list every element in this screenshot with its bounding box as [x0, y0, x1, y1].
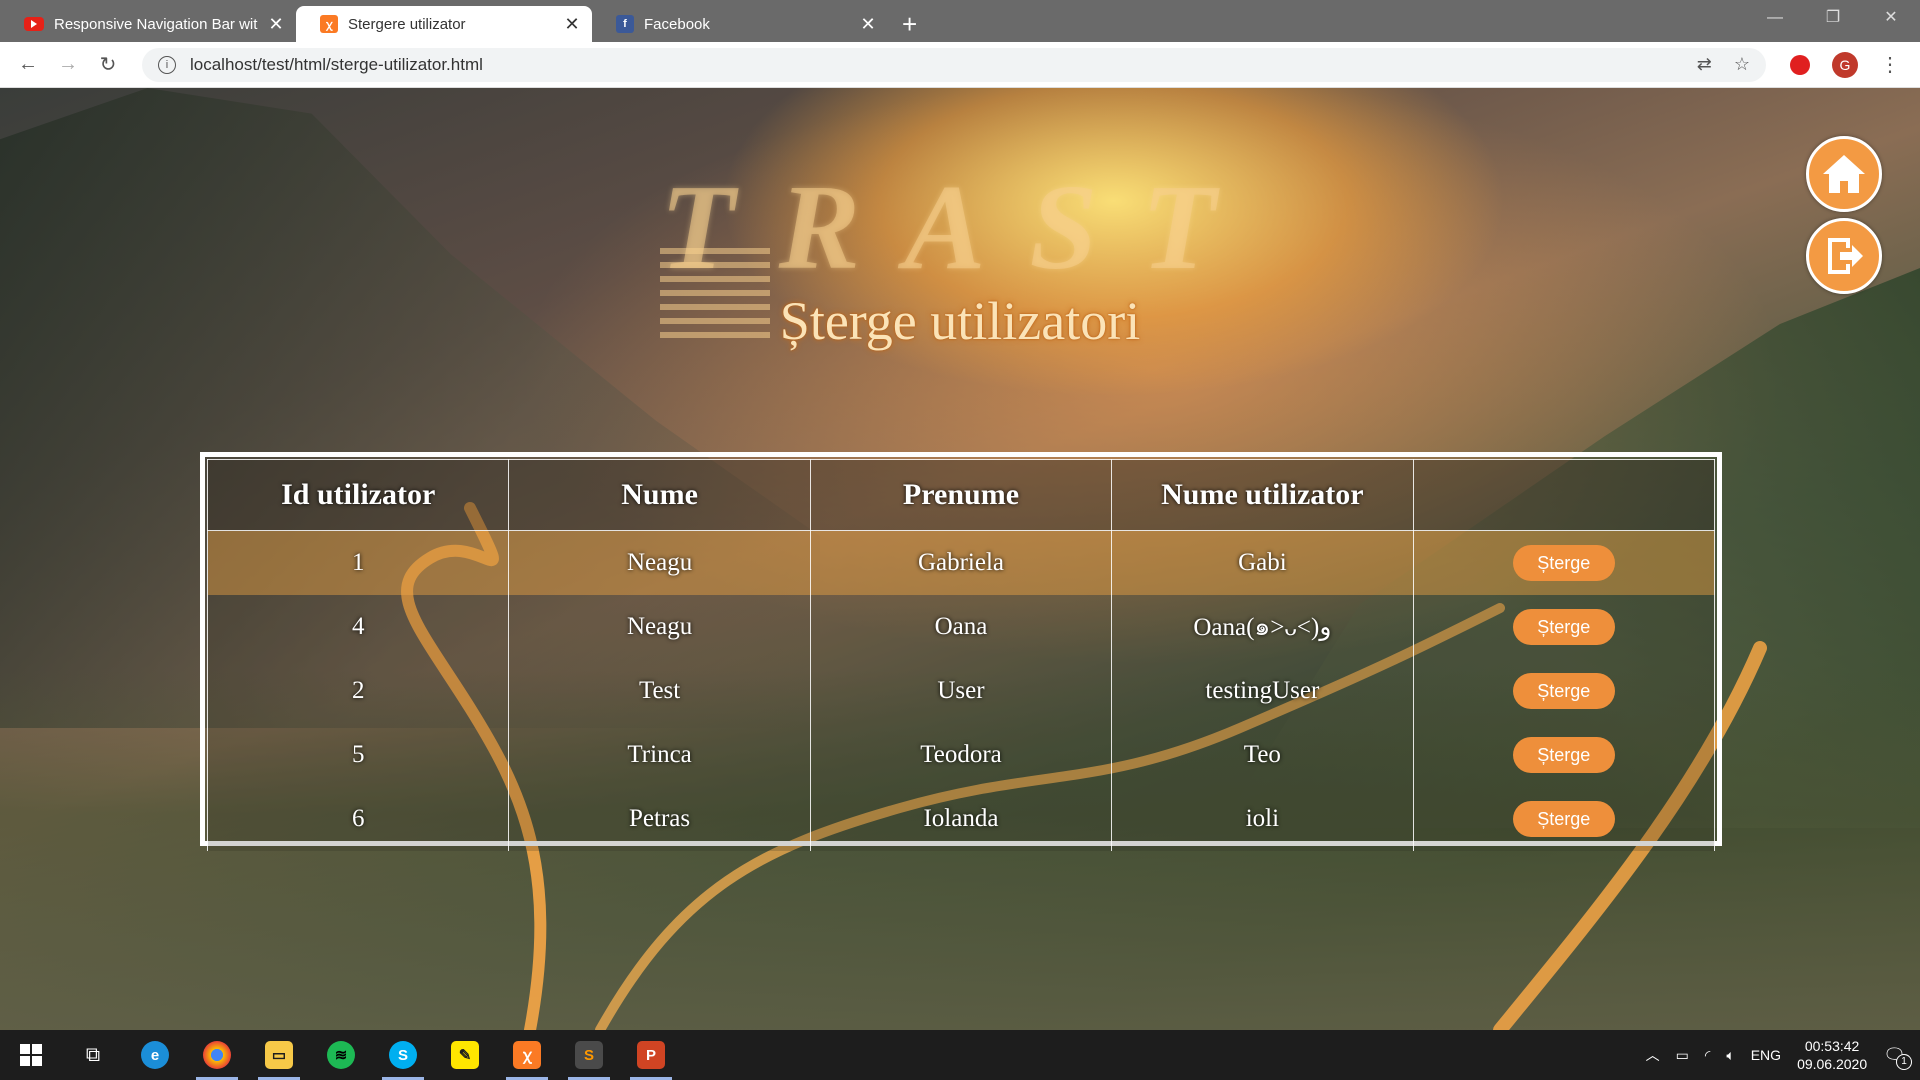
translate-icon[interactable]: ⇄ — [1697, 54, 1712, 75]
cell-nume-utilizator: Oana(๑˃ᴗ˂)ﻭ — [1111, 595, 1414, 659]
cell-nume: Neagu — [508, 595, 811, 659]
cell-nume-utilizator: ioli — [1111, 787, 1414, 851]
tab-facebook[interactable]: f Facebook ✕ — [592, 6, 888, 42]
cell-id: 1 — [206, 530, 510, 595]
delete-button[interactable]: Șterge — [1512, 609, 1615, 645]
cell-prenume: Iolanda — [809, 787, 1113, 851]
info-icon[interactable]: i — [158, 55, 176, 74]
windows-start-icon[interactable] — [0, 1030, 62, 1080]
edge-icon[interactable]: e — [124, 1030, 186, 1080]
chrome-icon[interactable] — [186, 1030, 248, 1080]
page-title: Șterge utilizatori — [779, 291, 1141, 351]
close-icon[interactable]: ✕ — [564, 14, 580, 35]
trast-logo: TRAST — [660, 160, 1260, 295]
tab-title: Facebook — [644, 15, 710, 33]
cell-id: 5 — [206, 723, 510, 787]
cell-id: 2 — [206, 659, 510, 723]
users-table-container: Id utilizator Nume Prenume Nume utilizat… — [200, 452, 1722, 851]
url-text: localhost/test/html/sterge-utilizator.ht… — [190, 54, 483, 74]
forward-icon[interactable]: → — [48, 53, 88, 76]
cell-id: 4 — [206, 595, 510, 659]
clock-date: 09.06.2020 — [1797, 1056, 1868, 1072]
xampp-icon: ꭓ — [320, 15, 338, 33]
reload-icon[interactable]: ↻ — [88, 52, 128, 77]
close-icon[interactable]: ✕ — [268, 14, 284, 35]
close-window-icon[interactable]: ✕ — [1862, 0, 1920, 36]
home-icon — [1823, 155, 1865, 193]
youtube-icon — [24, 17, 44, 31]
tab-title: Stergere utilizator — [348, 15, 466, 33]
skype-icon[interactable]: S — [372, 1030, 434, 1080]
delete-button[interactable]: Șterge — [1512, 801, 1615, 837]
tab-title: Responsive Navigation Bar with H — [54, 15, 258, 33]
cell-nume-utilizator: Gabi — [1111, 530, 1414, 595]
menu-icon[interactable]: ⋮ — [1880, 52, 1900, 77]
profile-avatar[interactable]: G — [1832, 51, 1858, 78]
chevron-up-icon[interactable]: ︿ — [1646, 1045, 1660, 1065]
table-row: 5 Trinca Teodora Teo Șterge — [206, 723, 1716, 787]
address-bar: ← → ↻ i localhost/test/html/sterge-utili… — [0, 42, 1920, 88]
taskbar: ⧉ e ▭ ≋ S ✎ ꭓ S P ︿ ▭ ◜ 🔈︎ ENG 00:53:42 … — [0, 1030, 1920, 1080]
extension-icon[interactable] — [1790, 54, 1810, 75]
system-tray: ︿ ▭ ◜ 🔈︎ ENG 00:53:42 09.06.2020 🗨︎ 1 — [1646, 1037, 1920, 1073]
column-header-actions — [1412, 459, 1716, 531]
table-header-row: Id utilizator Nume Prenume Nume utilizat… — [206, 459, 1716, 531]
home-button[interactable] — [1806, 136, 1882, 212]
page-content: TRAST Șterge utilizatori Id utilizator N… — [0, 88, 1920, 1030]
clock[interactable]: 00:53:42 09.06.2020 — [1797, 1037, 1867, 1073]
battery-icon[interactable]: ▭ — [1676, 1047, 1689, 1064]
task-view-icon[interactable]: ⧉ — [62, 1030, 124, 1080]
cell-nume: Trinca — [508, 723, 811, 787]
column-header-prenume: Prenume — [809, 459, 1113, 531]
back-icon[interactable]: ← — [8, 53, 48, 76]
cell-nume: Petras — [508, 787, 811, 851]
window-controls: — ❐ ✕ — [1746, 0, 1920, 36]
url-input[interactable]: i localhost/test/html/sterge-utilizator.… — [142, 47, 1766, 82]
notification-count: 1 — [1896, 1053, 1912, 1070]
table-row: 2 Test User testingUser Șterge — [206, 659, 1716, 723]
cell-nume: Test — [508, 659, 811, 723]
cell-nume-utilizator: testingUser — [1111, 659, 1414, 723]
volume-icon[interactable]: 🔈︎ — [1726, 1047, 1734, 1064]
tab-youtube[interactable]: Responsive Navigation Bar with H ✕ — [0, 6, 296, 42]
cell-prenume: Gabriela — [809, 530, 1113, 595]
column-header-nume-utilizator: Nume utilizator — [1111, 459, 1414, 531]
delete-button[interactable]: Șterge — [1512, 737, 1615, 773]
tab-strip: Responsive Navigation Bar with H ✕ ꭓ Ste… — [0, 0, 1920, 42]
star-icon[interactable]: ☆ — [1734, 54, 1750, 75]
cell-nume: Neagu — [508, 530, 811, 595]
cell-nume-utilizator: Teo — [1111, 723, 1414, 787]
users-table: Id utilizator Nume Prenume Nume utilizat… — [206, 459, 1716, 851]
file-explorer-icon[interactable]: ▭ — [248, 1030, 310, 1080]
tab-stergere-utilizator[interactable]: ꭓ Stergere utilizator ✕ — [296, 6, 592, 42]
cell-prenume: Teodora — [809, 723, 1113, 787]
xampp-icon[interactable]: ꭓ — [496, 1030, 558, 1080]
column-header-nume: Nume — [508, 459, 811, 531]
logout-icon — [1828, 238, 1863, 274]
clock-time: 00:53:42 — [1804, 1038, 1860, 1054]
sticky-notes-icon[interactable]: ✎ — [434, 1030, 496, 1080]
language-indicator[interactable]: ENG — [1751, 1047, 1781, 1063]
logout-button[interactable] — [1806, 218, 1882, 294]
powerpoint-icon[interactable]: P — [620, 1030, 682, 1080]
sublime-text-icon[interactable]: S — [558, 1030, 620, 1080]
restore-icon[interactable]: ❐ — [1804, 0, 1862, 36]
delete-button[interactable]: Șterge — [1512, 673, 1615, 709]
cell-prenume: User — [809, 659, 1113, 723]
facebook-icon: f — [616, 15, 634, 33]
table-row: 4 Neagu Oana Oana(๑˃ᴗ˂)ﻭ Șterge — [206, 595, 1716, 659]
table-row: 1 Neagu Gabriela Gabi Șterge — [206, 530, 1716, 595]
cell-prenume: Oana — [809, 595, 1113, 659]
wifi-icon[interactable]: ◜ — [1705, 1047, 1710, 1064]
spotify-icon[interactable]: ≋ — [310, 1030, 372, 1080]
notification-center-icon[interactable]: 🗨︎ 1 — [1883, 1045, 1912, 1070]
column-header-id: Id utilizator — [206, 459, 510, 531]
new-tab-button[interactable]: + — [902, 6, 917, 42]
close-icon[interactable]: ✕ — [860, 14, 876, 35]
cell-id: 6 — [206, 787, 510, 851]
table-row: 6 Petras Iolanda ioli Șterge — [206, 787, 1716, 851]
delete-button[interactable]: Șterge — [1512, 545, 1615, 581]
minimize-icon[interactable]: — — [1746, 0, 1804, 36]
